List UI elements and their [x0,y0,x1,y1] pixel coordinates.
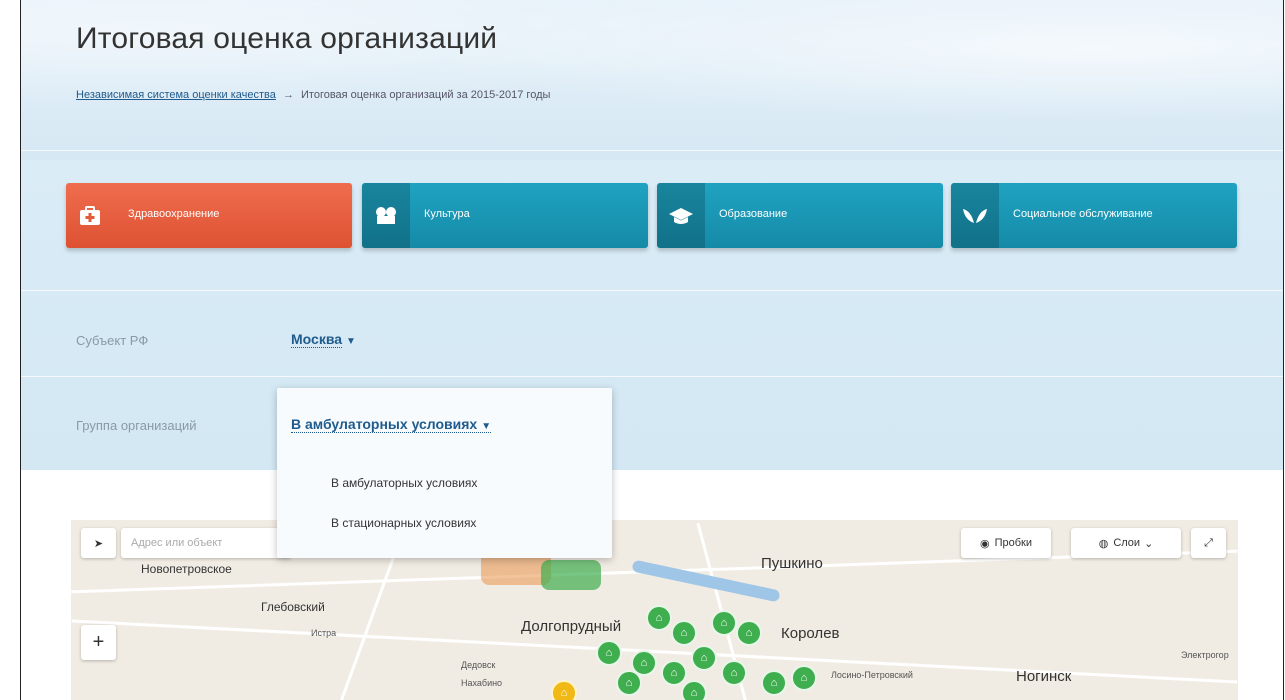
tab-healthcare[interactable]: Здравоохранение [66,183,352,248]
clinic-marker[interactable]: ⌂ [791,665,817,691]
dropdown-option[interactable]: В стационарных условиях [331,516,476,530]
tab-social-label: Социальное обслуживание [1013,208,1153,220]
plus-icon: + [92,631,105,653]
tab-social[interactable]: Социальное обслуживание [951,183,1237,248]
breadcrumb-arrow-icon: → [282,89,294,101]
clinic-marker[interactable]: ⌂ [681,680,707,700]
group-dropdown[interactable]: В амбулаторных условиях ▼ В амбулаторных … [277,388,612,558]
breadcrumb-current: Итоговая оценка организаций за 2015-2017… [301,89,551,101]
group-select-value[interactable]: В амбулаторных условиях ▼ [291,416,492,433]
tab-healthcare-label: Здравоохранение [128,208,220,220]
dropdown-option[interactable]: В амбулаторных условиях [331,476,477,490]
divider [21,290,1283,291]
clinic-marker[interactable]: ⌂ [711,610,737,636]
breadcrumb-link[interactable]: Независимая система оценки качества [76,89,276,101]
traffic-button[interactable]: ◉ Пробки [961,528,1051,558]
clinic-marker[interactable]: ⌂ [671,620,697,646]
chevron-down-icon: ⌄ [1144,537,1154,550]
layers-icon: ◍ [1098,537,1109,550]
category-tabs: Здравоохранение Культура Образование Соц… [66,183,1237,249]
expand-icon: ⤢ [1204,536,1213,549]
subject-label: Субъект РФ [76,333,149,348]
theater-icon [362,183,410,248]
tab-culture-label: Культура [424,208,470,220]
town-label: Истра [311,628,337,638]
map-search-input[interactable]: Адрес или объект [121,528,291,558]
subject-value: Москва [291,331,343,348]
graduation-cap-icon [657,183,705,248]
town-label: Лосино-Петровский [831,670,913,680]
page-title: Итоговая оценка организаций [76,22,498,55]
page-frame: Итоговая оценка организаций Независимая … [20,0,1284,700]
town-label: Пушкино [761,555,823,572]
town-label: Электрогор [1181,650,1229,660]
tab-culture[interactable]: Культура [362,183,648,248]
town-label: Нахабино [461,678,503,688]
clinic-marker[interactable]: ⌂ [721,660,747,686]
layers-button[interactable]: ◍ Слои ⌄ [1071,528,1181,558]
clinic-marker[interactable]: ⌂ [761,670,787,696]
caret-down-icon: ▼ [481,421,492,432]
tab-education-label: Образование [719,208,788,220]
town-label: Ногинск [1016,668,1072,685]
clinic-marker[interactable]: ⌂ [646,605,672,631]
clinic-marker[interactable]: ⌂ [661,660,687,686]
divider [21,376,1283,377]
group-label: Группа организаций [76,418,197,433]
clinic-marker[interactable]: ⌂ [596,640,622,666]
clinic-marker[interactable]: ⌂ [616,670,642,696]
subject-select[interactable]: Москва ▼ [291,331,356,349]
clinic-marker[interactable]: ⌂ [691,645,717,671]
tab-education[interactable]: Образование [657,183,943,248]
hands-icon [951,183,999,248]
clinic-marker[interactable]: ⌂ [551,680,577,700]
town-label: Новопетровское [141,562,232,576]
locate-button[interactable]: ➤ [81,528,116,558]
fullscreen-button[interactable]: ⤢ [1191,528,1226,558]
medkit-icon [66,183,114,248]
town-label: Дедовск [461,660,496,670]
town-label: Долгопрудный [521,618,622,635]
location-arrow-icon: ➤ [93,537,104,550]
clinic-marker[interactable]: ⌂ [736,620,762,646]
town-label: Глебовский [261,600,325,614]
traffic-icon: ◉ [979,537,990,550]
divider [21,150,1283,151]
zoom-in-button[interactable]: + [81,625,116,660]
caret-down-icon: ▼ [346,336,356,347]
map[interactable]: ➤ Адрес или объект ◉ Пробки ◍ Слои ⌄ ⤢ + Но… [71,520,1238,700]
city-area [541,560,601,590]
breadcrumb: Независимая система оценки качества → Ит… [76,89,550,101]
town-label: Королев [781,625,840,642]
